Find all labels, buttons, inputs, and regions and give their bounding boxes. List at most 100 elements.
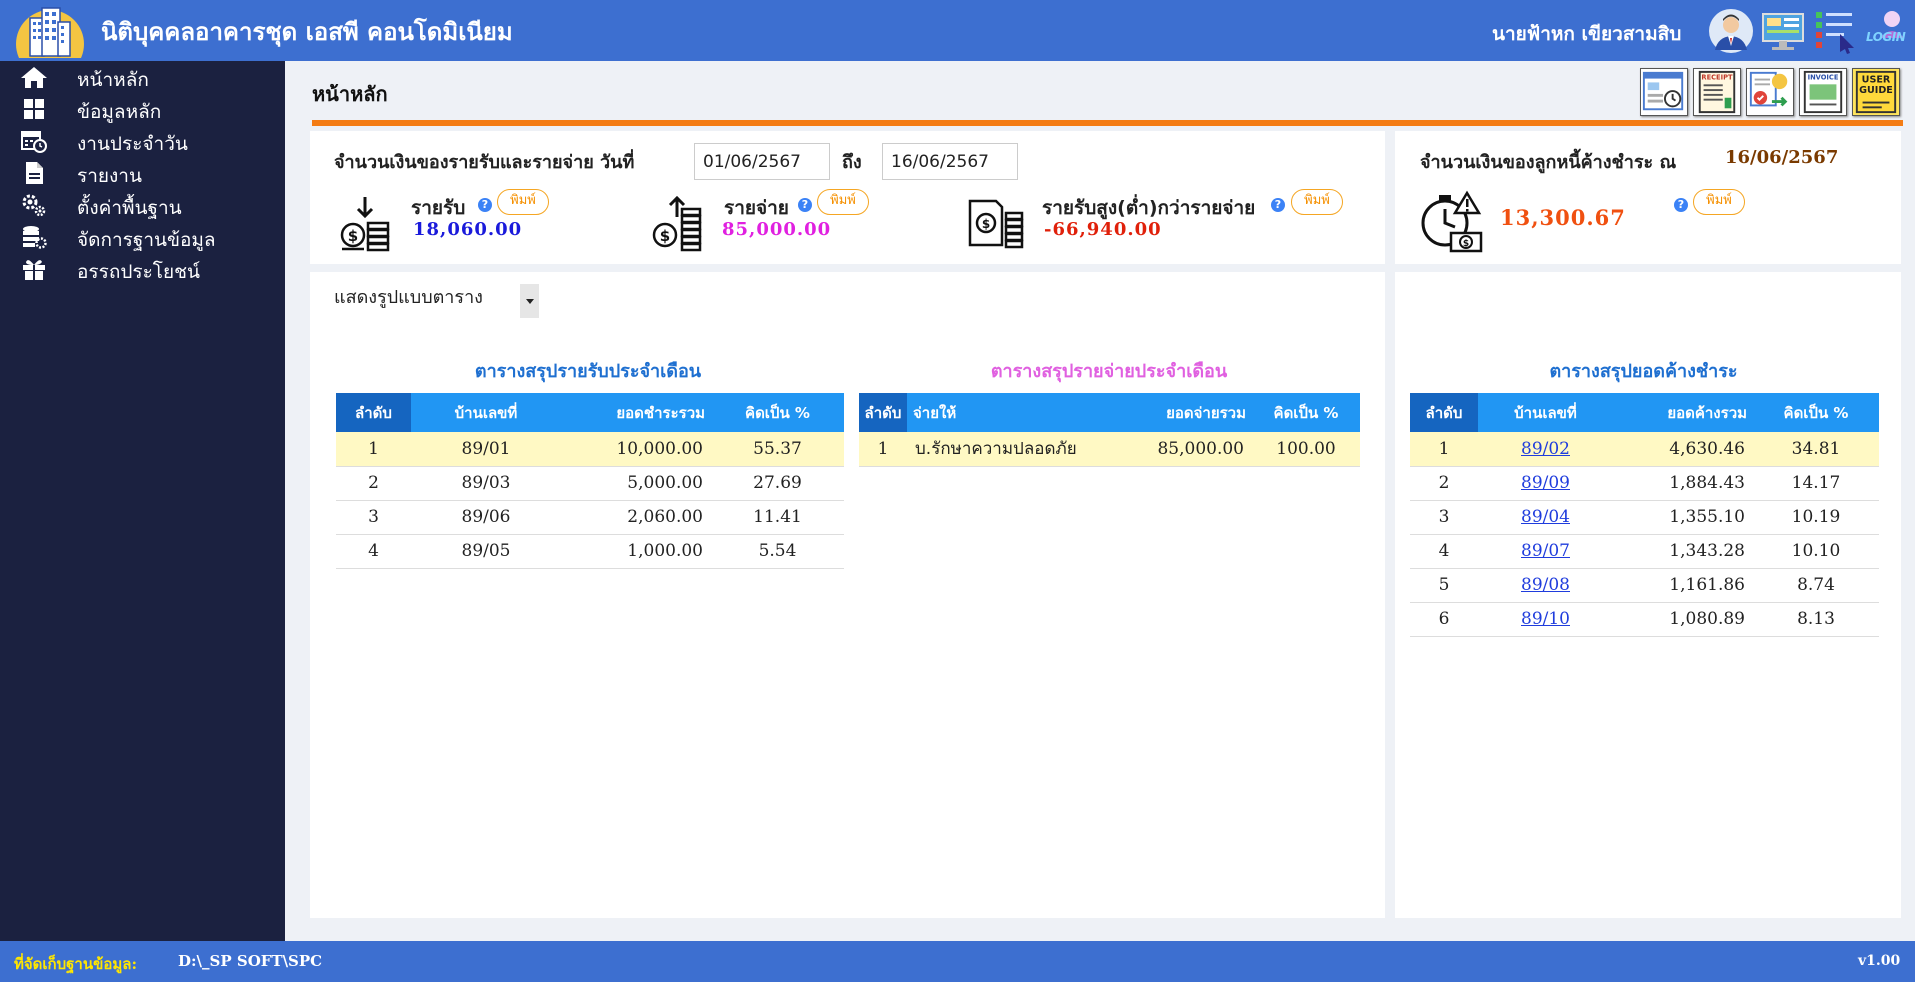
expense-print-button[interactable]: พิมพ์: [817, 189, 869, 215]
house-number-link[interactable]: 89/10: [1521, 609, 1570, 629]
outstanding-total: 1,080.89: [1613, 602, 1753, 637]
menu-settings-icon[interactable]: [1812, 8, 1858, 54]
monthly-summary-panel: แสดงรูปแบบตาราง ตารางสรุปรายรับประจำเดือ…: [310, 272, 1385, 918]
database-gear-icon: [23, 226, 47, 249]
invoice-tool-button[interactable]: INVOICE: [1799, 68, 1847, 116]
expense-table: ลำดับ จ่ายให้ ยอดจ่ายรวม คิดเป็น % 1 บ.ร…: [859, 393, 1360, 467]
login-label[interactable]: LOGIN: [1866, 30, 1906, 44]
row-number: 3: [1410, 500, 1478, 535]
page-title: หน้าหลัก: [312, 82, 388, 106]
receipt-icon: RECEIPT: [1698, 70, 1736, 114]
expense-table-title: ตารางสรุปรายจ่ายประจำเดือน: [990, 361, 1228, 382]
column-header[interactable]: คิดเป็น %: [711, 393, 844, 432]
sidebar-item-database[interactable]: จัดการฐานข้อมูล: [0, 221, 285, 253]
table-row[interactable]: 6 89/10 1,080.89 8.13: [1410, 602, 1879, 637]
database-path: D:\_SP SOFT\SPC: [178, 952, 323, 970]
table-row[interactable]: 4 89/05 1,000.00 5.54: [336, 534, 844, 569]
sidebar-item-daily-work[interactable]: งานประจำวัน: [0, 125, 285, 157]
table-row[interactable]: 1 89/02 4,630.46 34.81: [1410, 432, 1879, 467]
payee: บ.รักษาความปลอดภัย: [907, 432, 1122, 467]
percent: 8.13: [1753, 602, 1879, 637]
debt-help-icon[interactable]: ?: [1674, 198, 1688, 212]
debt-table-title: ตารางสรุปยอดค้างชำระ: [1549, 361, 1738, 382]
accent-divider: [312, 120, 1903, 126]
column-header[interactable]: คิดเป็น %: [1252, 393, 1360, 432]
user-guide-tool-button[interactable]: USER GUIDE: [1852, 68, 1900, 116]
house-number-link[interactable]: 89/09: [1521, 473, 1570, 493]
house-number-link[interactable]: 89/02: [1521, 439, 1570, 459]
income-help-icon[interactable]: ?: [478, 198, 492, 212]
view-mode-dropdown-caret[interactable]: [520, 284, 539, 318]
column-header[interactable]: บ้านเลขที่: [1478, 393, 1613, 432]
column-header[interactable]: ลำดับ: [859, 393, 907, 432]
house-number-cell: 89/07: [1478, 534, 1613, 569]
grid-icon: [24, 99, 44, 119]
table-row[interactable]: 4 89/07 1,343.28 10.10: [1410, 534, 1879, 569]
table-row[interactable]: 2 89/03 5,000.00 27.69: [336, 466, 844, 501]
dashboard-tool-button[interactable]: [1640, 68, 1688, 116]
column-header[interactable]: ลำดับ: [1410, 393, 1478, 432]
income-coins-icon: $: [340, 197, 390, 252]
table-row[interactable]: 1 89/01 10,000.00 55.37: [336, 432, 844, 467]
income-table: ลำดับ บ้านเลขที่ ยอดชำระรวม คิดเป็น % 1 …: [336, 393, 844, 569]
percent: 8.74: [1753, 568, 1879, 603]
sidebar-item-reports[interactable]: รายงาน: [0, 157, 285, 189]
debt-print-button[interactable]: พิมพ์: [1693, 189, 1745, 215]
column-header[interactable]: ยอดชำระรวม: [561, 393, 711, 432]
house-number-link[interactable]: 89/08: [1521, 575, 1570, 595]
table-row[interactable]: 1 บ.รักษาความปลอดภัย 85,000.00 100.00: [859, 432, 1360, 467]
net-help-icon[interactable]: ?: [1271, 198, 1285, 212]
table-row[interactable]: 5 89/08 1,161.86 8.74: [1410, 568, 1879, 603]
house-number: 89/03: [411, 466, 561, 501]
house-number-cell: 89/09: [1478, 466, 1613, 501]
debt-value: 13,300.67: [1500, 205, 1626, 230]
building-logo-icon: [16, 7, 84, 58]
column-header[interactable]: ยอดจ่ายรวม: [1122, 393, 1252, 432]
row-number: 2: [336, 466, 411, 501]
top-bar: นิติบุคคลอาคารชุด เอสพี คอนโดมิเนียม นาย…: [0, 0, 1915, 61]
income-table-title: ตารางสรุปรายรับประจำเดือน: [474, 361, 702, 382]
outstanding-total: 1,884.43: [1613, 466, 1753, 501]
table-row[interactable]: 2 89/09 1,884.43 14.17: [1410, 466, 1879, 501]
date-to-field[interactable]: 16/06/2567: [882, 143, 1018, 180]
payment-icon: [1749, 71, 1788, 107]
monitor-icon[interactable]: [1760, 8, 1806, 54]
status-bar: ที่จัดเก็บฐานข้อมูล: D:\_SP SOFT\SPC v1.…: [0, 941, 1915, 982]
table-row[interactable]: 3 89/06 2,060.00 11.41: [336, 500, 844, 535]
view-mode-select[interactable]: แสดงรูปแบบตาราง: [334, 282, 483, 311]
income-print-button[interactable]: พิมพ์: [497, 189, 549, 215]
column-header[interactable]: จ่ายให้: [907, 393, 1122, 432]
net-print-button[interactable]: พิมพ์: [1291, 189, 1343, 215]
svg-text:$: $: [1463, 239, 1469, 249]
sidebar-item-utilities[interactable]: อรรถประโยชน์: [0, 253, 285, 285]
receipt-tool-button[interactable]: RECEIPT: [1693, 68, 1741, 116]
column-header[interactable]: ยอดค้างรวม: [1613, 393, 1753, 432]
sidebar-item-home[interactable]: หน้าหลัก: [0, 61, 285, 93]
date-from-field[interactable]: 01/06/2567: [694, 143, 830, 180]
sidebar-item-settings[interactable]: ตั้งค่าพื้นฐาน: [0, 189, 285, 221]
expense-help-icon[interactable]: ?: [798, 198, 812, 212]
sidebar-item-label: รายงาน: [77, 165, 142, 187]
house-number-link[interactable]: 89/04: [1521, 507, 1570, 527]
payment-tool-button[interactable]: [1746, 68, 1794, 116]
user-name: นายฟ้าหก เขียวสามสิบ: [1492, 23, 1682, 45]
user-avatar-icon[interactable]: [1708, 8, 1754, 54]
percent: 10.10: [1753, 534, 1879, 569]
house-number-cell: 89/08: [1478, 568, 1613, 603]
column-header[interactable]: บ้านเลขที่: [411, 393, 561, 432]
svg-text:$: $: [982, 217, 990, 231]
sidebar-item-label: อรรถประโยชน์: [77, 261, 201, 283]
house-number: 89/01: [411, 432, 561, 467]
sidebar-item-master-data[interactable]: ข้อมูลหลัก: [0, 93, 285, 125]
row-number: 1: [336, 432, 411, 467]
table-row[interactable]: 3 89/04 1,355.10 10.19: [1410, 500, 1879, 535]
svg-text:$: $: [348, 227, 358, 245]
outstanding-debt-panel: จำนวนเงินของลูกหนี้ค้างชำระ ณ 16/06/2567…: [1395, 131, 1901, 264]
percent: 14.17: [1753, 466, 1879, 501]
column-header[interactable]: คิดเป็น %: [1753, 393, 1879, 432]
house-number-link[interactable]: 89/07: [1521, 541, 1570, 561]
outstanding-summary-panel: ตารางสรุปยอดค้างชำระ ลำดับ บ้านเลขที่ ยอ…: [1395, 272, 1901, 918]
percent: 34.81: [1753, 432, 1879, 467]
column-header[interactable]: ลำดับ: [336, 393, 411, 432]
stopwatch-money-icon: $: [1421, 190, 1483, 253]
